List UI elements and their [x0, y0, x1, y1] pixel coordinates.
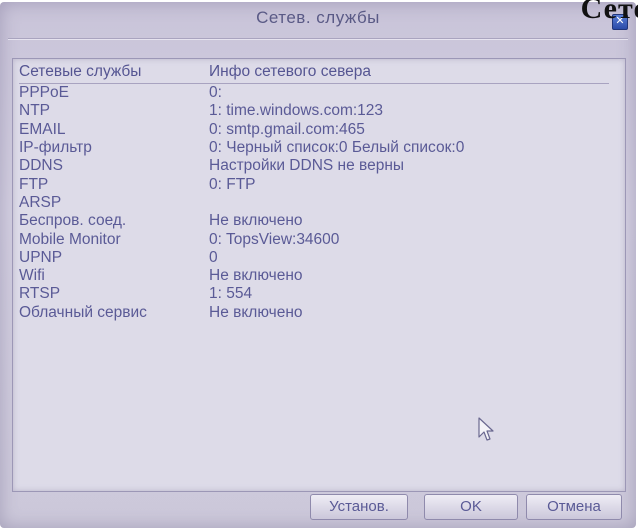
page-heading-fragment: Сете [580, 0, 638, 25]
service-name-cell: FTP [19, 175, 49, 193]
table-row[interactable]: Wifi Не включено [19, 267, 609, 285]
ok-button[interactable]: OK [424, 494, 518, 520]
service-name-cell: RTSP [19, 285, 61, 303]
service-name-cell: Wifi [19, 267, 45, 285]
services-table: Сетевые службы Инфо сетевого севера PPPo… [19, 61, 609, 322]
service-info-cell: Настройки DDNS не верны [209, 157, 405, 175]
screen: Сетев. службы ✕ Сетевые службы Инфо сете… [0, 0, 638, 528]
service-info-cell: 0: [209, 84, 222, 102]
services-list-panel: Сетевые службы Инфо сетевого севера PPPo… [12, 58, 626, 492]
service-info-cell [209, 194, 609, 212]
service-name-cell: EMAIL [19, 120, 66, 138]
table-row[interactable]: UPNP 0 [19, 249, 609, 267]
service-info-cell: 0: Черный список:0 Белый список:0 [209, 139, 465, 157]
apply-button[interactable]: Установ. [310, 494, 408, 520]
table-row[interactable]: ARSP [19, 194, 609, 212]
table-row[interactable]: DDNS Настройки DDNS не верны [19, 157, 609, 175]
service-name-cell: Беспров. соед. [19, 212, 127, 230]
service-name-cell: Mobile Monitor [19, 230, 121, 248]
service-name-cell: DDNS [19, 157, 63, 175]
service-info-cell: Не включено [209, 267, 303, 285]
column-header-info: Инфо сетевого севера [209, 61, 609, 84]
service-name-cell: UPNP [19, 248, 63, 266]
service-info-cell: 0 [209, 248, 218, 266]
table-row[interactable]: NTP 1: time.windows.com:123 [19, 102, 609, 120]
service-info-cell: 0: FTP [209, 175, 256, 193]
mouse-cursor-icon [478, 417, 494, 441]
service-info-cell: 1: 554 [209, 285, 253, 303]
service-info-cell: Не включено [209, 303, 303, 321]
service-name-cell: NTP [19, 102, 50, 120]
service-info-cell: 1: time.windows.com:123 [209, 102, 384, 120]
service-name-cell: Облачный сервис [19, 303, 147, 321]
service-info-cell: 0: smtp.gmail.com:465 [209, 120, 365, 138]
column-header-service: Сетевые службы [19, 61, 209, 84]
dialog-title: Сетев. службы [256, 8, 380, 27]
table-row[interactable]: Mobile Monitor 0: TopsView:34600 [19, 230, 609, 248]
service-info-cell: 0: TopsView:34600 [209, 230, 340, 248]
table-row[interactable]: EMAIL 0: smtp.gmail.com:465 [19, 121, 609, 139]
table-row[interactable]: Беспров. соед. Не включено [19, 212, 609, 230]
service-name-cell: ARSP [19, 193, 62, 211]
network-services-dialog: Сетев. службы ✕ Сетевые службы Инфо сете… [0, 2, 636, 528]
table-row[interactable]: IP-фильтр 0: Черный список:0 Белый список… [19, 139, 609, 157]
table-row[interactable]: PPPoE 0: [19, 84, 609, 103]
title-divider [8, 38, 628, 40]
dialog-button-bar: Установ. OK Отмена [0, 494, 636, 524]
table-row[interactable]: RTSP 1: 554 [19, 285, 609, 303]
table-row[interactable]: Облачный сервис Не включено [19, 304, 609, 322]
service-name-cell: IP-фильтр [19, 139, 92, 157]
service-info-cell: Не включено [209, 212, 303, 230]
dialog-titlebar: Сетев. службы ✕ [0, 2, 636, 38]
table-header-row: Сетевые службы Инфо сетевого севера [19, 61, 609, 84]
service-name-cell: PPPoE [19, 84, 69, 102]
cancel-button[interactable]: Отмена [526, 494, 622, 520]
table-row[interactable]: FTP 0: FTP [19, 175, 609, 193]
